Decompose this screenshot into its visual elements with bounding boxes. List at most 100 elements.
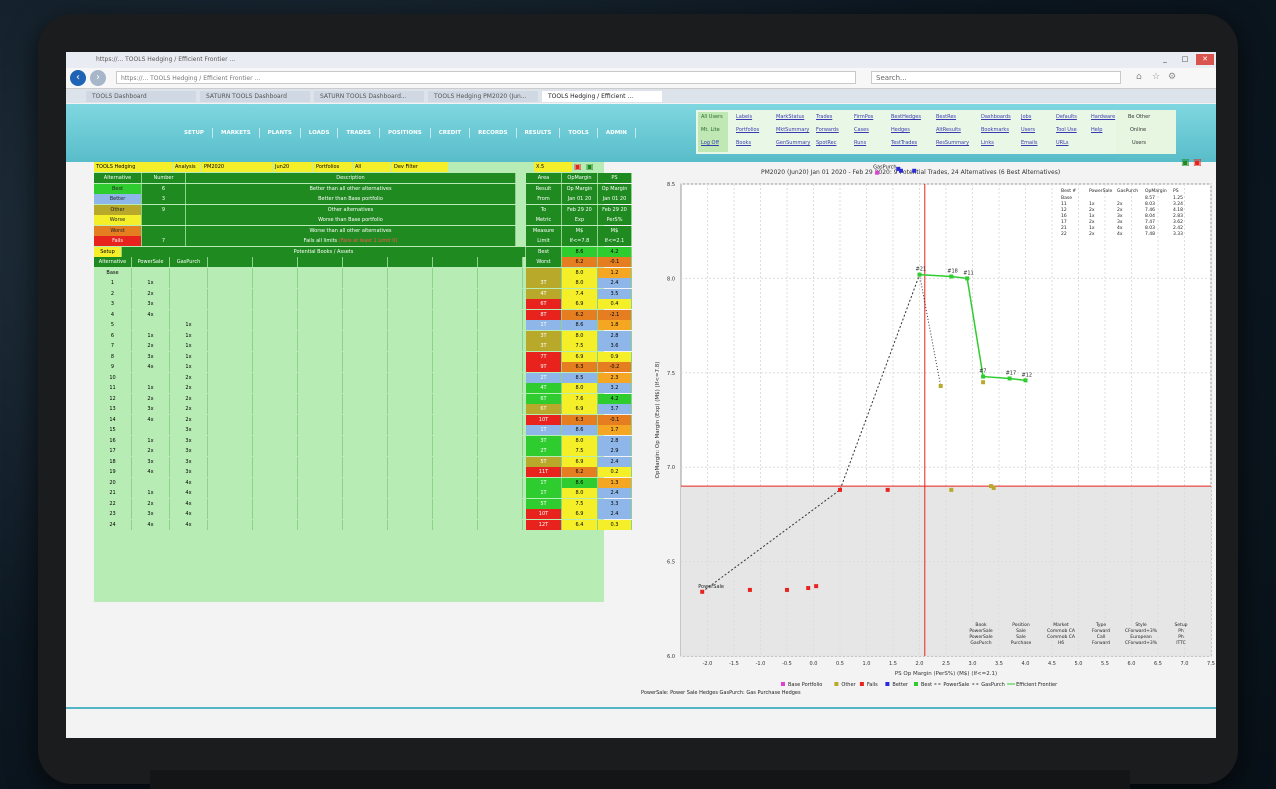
table-row[interactable]: 18 3x 3x 5T 6.9 2.4 (94, 456, 654, 468)
data-point[interactable] (981, 380, 986, 385)
link-bestres[interactable]: BestRes (936, 114, 956, 120)
link-hedges[interactable]: Hedges (891, 127, 910, 133)
data-point[interactable] (806, 586, 811, 591)
tab-tools-dashboard[interactable]: TOOLS Dashboard (86, 91, 196, 102)
table-row[interactable]: 7 2x 1x 3T 7.5 3.6 (94, 341, 654, 352)
data-point[interactable] (991, 485, 996, 490)
portfolio-select[interactable]: PM2020 (202, 162, 272, 172)
data-point[interactable] (785, 587, 789, 592)
forward-icon[interactable]: › (90, 70, 106, 86)
link-gensummary[interactable]: GenSummary (776, 140, 810, 146)
be-other-label[interactable]: Be Other (1128, 114, 1150, 120)
link-links[interactable]: Links (981, 140, 994, 146)
table-row[interactable]: 1 1x 3T 8.0 2.4 (94, 278, 654, 289)
menu-loads[interactable]: LOADS (301, 128, 339, 138)
link-books[interactable]: Books (736, 140, 751, 146)
data-point[interactable] (838, 487, 842, 492)
link-testtrades[interactable]: TestTrades (891, 140, 917, 146)
data-point[interactable] (949, 274, 954, 279)
data-point[interactable] (965, 276, 970, 281)
menu-results[interactable]: RESULTS (517, 128, 561, 138)
data-point[interactable] (814, 584, 819, 589)
table-row[interactable]: Base 8.0 1.2 (94, 267, 654, 279)
table-row[interactable]: 3 3x 6T 6.9 0.4 (94, 299, 654, 310)
table-row[interactable]: 17 2x 3x 2T 7.5 2.9 (94, 446, 654, 457)
link-emails[interactable]: Emails (1021, 140, 1037, 146)
data-point[interactable] (949, 487, 954, 492)
link-cases[interactable]: Cases (854, 127, 869, 133)
link-jobs[interactable]: Jobs (1021, 114, 1031, 120)
data-point[interactable] (875, 170, 880, 175)
table-row[interactable]: 21 1x 4x 1T 8.0 2.4 (94, 488, 654, 499)
data-point[interactable] (1007, 376, 1012, 381)
link-runs[interactable]: Runs (854, 140, 866, 146)
maximize-button[interactable]: □ (1176, 54, 1194, 65)
table-row[interactable]: 6 1x 1x 3T 8.0 2.8 (94, 330, 654, 342)
link-bookmarks[interactable]: Bookmarks (981, 127, 1009, 133)
tab-saturn-dashboard[interactable]: SATURN TOOLS Dashboard (200, 91, 310, 102)
link-urls[interactable]: URLs (1056, 140, 1069, 146)
menu-tools[interactable]: TOOLS (560, 128, 598, 138)
data-point[interactable] (1023, 378, 1028, 383)
table-row[interactable]: 8 3x 1x 7T 6.9 0.9 (94, 351, 654, 363)
table-row[interactable]: 19 4x 3x 11T 6.2 0.2 (94, 467, 654, 478)
link-all-users[interactable]: All Users (701, 114, 723, 120)
link-mktsummary[interactable]: MktSummary (776, 127, 809, 133)
menu-markets[interactable]: MARKETS (213, 128, 260, 138)
link-forwards[interactable]: Forwards (816, 127, 839, 133)
link-ressummary[interactable]: ResSummary (936, 140, 969, 146)
link-labels[interactable]: Labels (736, 114, 752, 120)
home-icon[interactable]: ⌂ (1136, 72, 1142, 82)
table-row[interactable]: 24 4x 4x 12T 6.4 0.3 (94, 519, 654, 531)
refresh-icon[interactable]: ▣ (586, 162, 594, 171)
table-row[interactable]: 4 4x 8T 6.2 -2.1 (94, 309, 654, 321)
period-select[interactable]: Jun20 (273, 162, 313, 172)
tab-saturn-dashboard-2[interactable]: SATURN TOOLS Dashboard... (314, 91, 424, 102)
excel-export-icon[interactable]: ▣ (574, 162, 582, 171)
table-row[interactable]: 11 1x 2x 4T 8.0 3.2 (94, 383, 654, 394)
table-row[interactable]: 9 4x 1x 9T 6.3 -0.2 (94, 362, 654, 373)
link-altresults[interactable]: AltResults (936, 127, 961, 133)
link-markstatus[interactable]: MarkStatus (776, 114, 804, 120)
table-row[interactable]: 12 2x 2x 6T 7.6 4.2 (94, 393, 654, 405)
menu-setup[interactable]: SETUP (176, 128, 213, 138)
table-row[interactable]: 10 2x 2T 8.5 2.3 (94, 372, 654, 384)
back-icon[interactable]: ‹ (70, 70, 86, 86)
link-portfolios[interactable]: Portfolios (736, 127, 759, 133)
data-point[interactable] (885, 487, 890, 492)
version-select[interactable]: X.5 (534, 162, 572, 172)
link-firmpos[interactable]: FirmPos (854, 114, 873, 120)
data-point[interactable] (700, 589, 705, 594)
menu-trades[interactable]: TRADES (338, 128, 380, 138)
link-dashboards[interactable]: Dashboards (981, 114, 1011, 120)
table-row[interactable]: 16 1x 3x 3T 8.0 2.8 (94, 435, 654, 447)
link-mt-lite[interactable]: Mt. Lite (701, 127, 720, 133)
analysis-select[interactable]: Analysis (173, 162, 201, 172)
table-row[interactable]: 2 2x 4T 7.4 3.5 (94, 288, 654, 300)
link-help[interactable]: Help (1091, 127, 1102, 133)
data-point[interactable] (912, 168, 917, 173)
portfolios-select[interactable]: Portfolios (314, 162, 352, 172)
table-row[interactable]: 22 2x 4x 5T 7.5 3.3 (94, 498, 654, 510)
menu-plants[interactable]: PLANTS (260, 128, 301, 138)
settings-gear-icon[interactable]: ⚙ (1168, 72, 1176, 82)
table-row[interactable]: 14 4x 2x 10T 6.3 -0.1 (94, 414, 654, 426)
table-row[interactable]: 20 4x 1T 8.6 1.3 (94, 477, 654, 489)
data-point[interactable] (917, 272, 922, 277)
setup-select[interactable]: Setup (94, 246, 122, 257)
close-button[interactable]: ✕ (1196, 54, 1214, 65)
menu-records[interactable]: RECORDS (470, 128, 517, 138)
filter-select[interactable]: All (353, 162, 391, 172)
table-row[interactable]: 13 3x 2x 6T 6.9 3.7 (94, 404, 654, 415)
menu-positions[interactable]: POSITIONS (380, 128, 431, 138)
table-row[interactable]: 23 3x 4x 10T 6.9 2.4 (94, 509, 654, 520)
favorites-star-icon[interactable]: ☆ (1152, 72, 1160, 82)
link-hardware[interactable]: Hardware (1091, 114, 1115, 120)
menu-credit[interactable]: CREDIT (431, 128, 471, 138)
dev-filter-select[interactable]: Dev Filter (392, 162, 448, 172)
url-field[interactable]: https://... TOOLS Hedging / Efficient Fr… (116, 71, 856, 84)
tool-select[interactable]: TOOLS Hedging (94, 162, 172, 172)
data-point[interactable] (981, 374, 986, 379)
link-trades[interactable]: Trades (816, 114, 832, 120)
link-besthedges[interactable]: BestHedges (891, 114, 921, 120)
